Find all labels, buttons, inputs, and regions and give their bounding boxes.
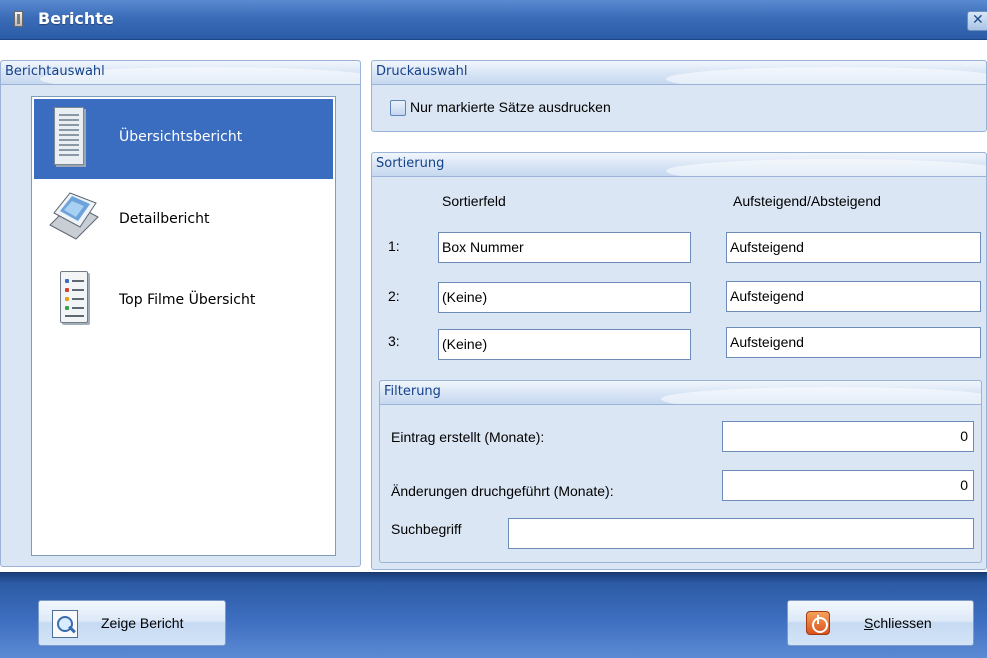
zeige-bericht-label: Zeige Bericht bbox=[101, 615, 184, 631]
title-bar: Berichte ✕ bbox=[0, 0, 987, 40]
eintrag-erstellt-input[interactable]: 0 bbox=[722, 421, 974, 452]
report-item-label: Detailbericht bbox=[119, 211, 210, 227]
app-icon bbox=[14, 11, 23, 27]
report-item-label: Top Filme Übersicht bbox=[119, 292, 256, 308]
sort-field-3-input[interactable]: (Keine) bbox=[438, 329, 691, 360]
sortierfeld-header: Sortierfeld bbox=[442, 193, 506, 209]
report-item-label: Übersichtsbericht bbox=[119, 129, 243, 145]
report-item-detailbericht[interactable]: Detailbericht bbox=[34, 181, 333, 261]
druckauswahl-caption: Druckauswahl bbox=[376, 64, 468, 79]
report-item-uebersichtsbericht[interactable]: Übersichtsbericht bbox=[34, 99, 333, 179]
zeige-bericht-button[interactable]: Zeige Bericht bbox=[38, 600, 226, 646]
druckauswahl-header: Druckauswahl bbox=[372, 61, 986, 85]
power-icon bbox=[806, 611, 830, 635]
close-button[interactable]: ✕ bbox=[967, 11, 987, 31]
sort-field-2-input[interactable]: (Keine) bbox=[438, 282, 691, 313]
close-icon: ✕ bbox=[972, 12, 984, 28]
report-item-top-filme[interactable]: Top Filme Übersicht bbox=[34, 263, 333, 343]
eintrag-erstellt-label: Eintrag erstellt (Monate): bbox=[391, 429, 545, 445]
suchbegriff-label: Suchbegriff bbox=[391, 521, 462, 537]
schliessen-button[interactable]: Schliessen bbox=[787, 600, 974, 646]
aenderungen-input[interactable]: 0 bbox=[722, 470, 974, 501]
detail-report-icon bbox=[49, 192, 99, 240]
sort-row-number: 1: bbox=[388, 238, 400, 254]
sort-order-2-select[interactable]: Aufsteigend bbox=[726, 281, 981, 312]
preview-report-icon bbox=[52, 610, 78, 638]
sortierung-group: Sortierung Sortierfeld Aufsteigend/Abste… bbox=[371, 152, 987, 570]
footer-bar: Zeige Bericht Schliessen bbox=[0, 572, 987, 658]
sortierrichtung-header: Aufsteigend/Absteigend bbox=[733, 193, 881, 209]
berichtauswahl-header: Berichtauswahl bbox=[1, 61, 360, 85]
filterung-header: Filterung bbox=[380, 381, 981, 405]
top-films-list-icon bbox=[60, 271, 88, 323]
berichtauswahl-caption: Berichtauswahl bbox=[5, 64, 105, 79]
sort-field-1-input[interactable]: Box Nummer bbox=[438, 232, 691, 263]
sortierung-header: Sortierung bbox=[372, 153, 986, 177]
overview-report-icon bbox=[54, 107, 84, 165]
suchbegriff-input[interactable] bbox=[508, 518, 974, 549]
filterung-group: Filterung Eintrag erstellt (Monate): 0 Ä… bbox=[379, 380, 982, 563]
window-title: Berichte bbox=[38, 9, 114, 28]
berichtauswahl-group: Berichtauswahl Übersichtsbericht Detailb… bbox=[0, 60, 361, 567]
sort-order-1-select[interactable]: Aufsteigend bbox=[726, 232, 981, 263]
sort-order-3-select[interactable]: Aufsteigend bbox=[726, 327, 981, 358]
filterung-caption: Filterung bbox=[384, 384, 441, 399]
nur-markierte-checkbox[interactable] bbox=[390, 100, 406, 116]
report-list[interactable]: Übersichtsbericht Detailbericht Top Film… bbox=[31, 96, 336, 556]
aenderungen-label: Änderungen druchgeführt (Monate): bbox=[391, 483, 614, 499]
schliessen-label: Schliessen bbox=[864, 615, 932, 631]
sortierung-caption: Sortierung bbox=[376, 156, 445, 171]
sort-row-number: 2: bbox=[388, 288, 400, 304]
sort-row-number: 3: bbox=[388, 333, 400, 349]
nur-markierte-label: Nur markierte Sätze ausdrucken bbox=[410, 99, 611, 115]
druckauswahl-group: Druckauswahl Nur markierte Sätze ausdruc… bbox=[371, 60, 987, 132]
